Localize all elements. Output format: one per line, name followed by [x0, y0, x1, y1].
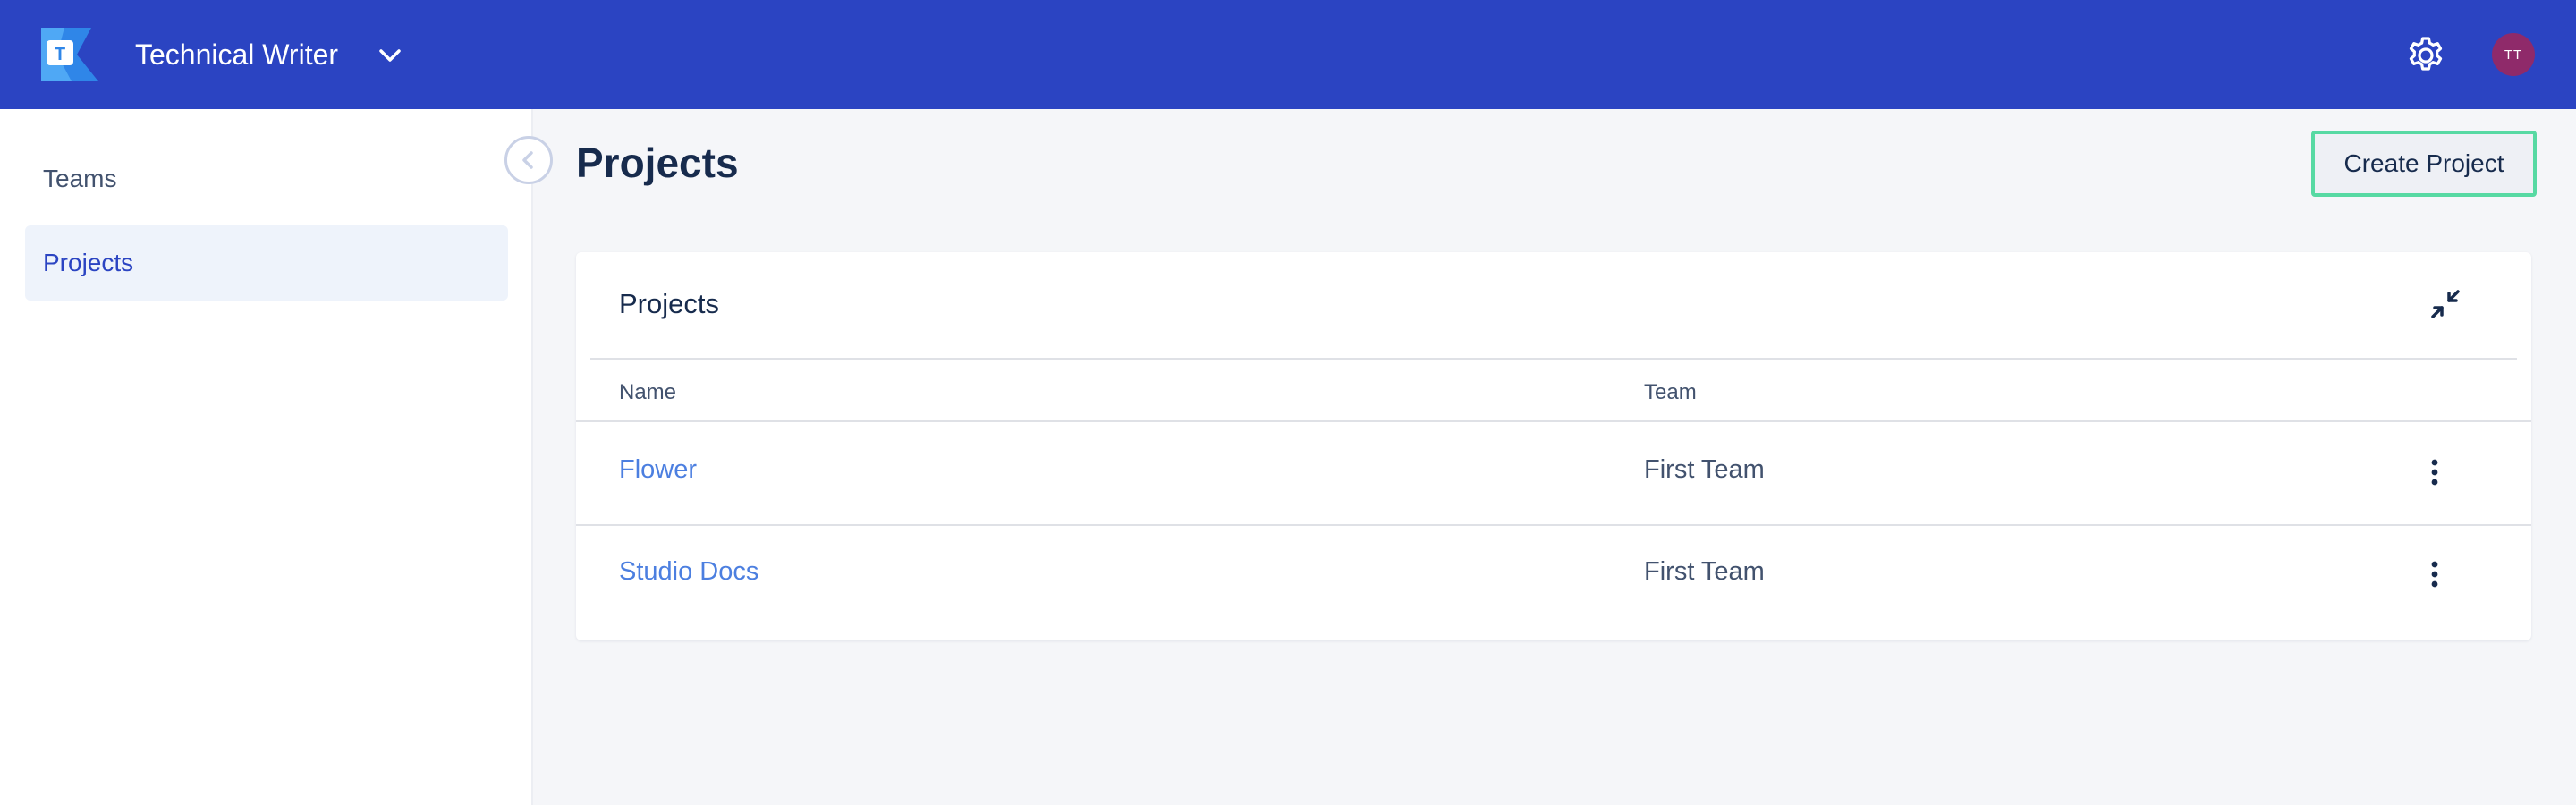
chevron-down-icon[interactable]: [376, 41, 404, 70]
sidebar-collapse-button[interactable]: [504, 136, 553, 184]
page-title: Projects: [576, 140, 739, 186]
more-vertical-icon[interactable]: [2419, 454, 2451, 490]
create-project-button[interactable]: Create Project: [2311, 131, 2537, 197]
sidebar-item-label: Projects: [43, 249, 134, 276]
user-avatar[interactable]: TT: [2492, 33, 2535, 76]
logo-letter: T: [55, 45, 65, 64]
workspace-name[interactable]: Technical Writer: [135, 36, 338, 73]
gear-icon[interactable]: [2404, 34, 2447, 77]
column-header-name[interactable]: Name: [619, 377, 676, 408]
row-divider: [576, 420, 2531, 422]
card-divider: [590, 358, 2517, 360]
project-link-flower[interactable]: Flower: [619, 453, 697, 487]
row-divider: [576, 524, 2531, 526]
chevron-left-icon: [522, 151, 533, 169]
sidebar: Teams Projects: [0, 109, 533, 805]
card-title: Projects: [619, 288, 719, 319]
project-team-cell: First Team: [1644, 557, 1765, 586]
projects-card: Projects Name Team Flower First Team Stu…: [576, 252, 2531, 640]
more-vertical-icon[interactable]: [2419, 556, 2451, 592]
project-link-studio-docs[interactable]: Studio Docs: [619, 555, 758, 589]
column-header-team[interactable]: Team: [1644, 377, 1697, 408]
sidebar-item-teams[interactable]: Teams: [25, 141, 508, 216]
top-navigation-bar: T Technical Writer TT: [0, 0, 2576, 109]
minimize-icon[interactable]: [2428, 286, 2463, 322]
sidebar-item-label: Teams: [43, 165, 117, 192]
sidebar-item-projects[interactable]: Projects: [25, 225, 508, 301]
app-logo-icon[interactable]: T: [41, 28, 98, 81]
project-team-cell: First Team: [1644, 455, 1765, 484]
